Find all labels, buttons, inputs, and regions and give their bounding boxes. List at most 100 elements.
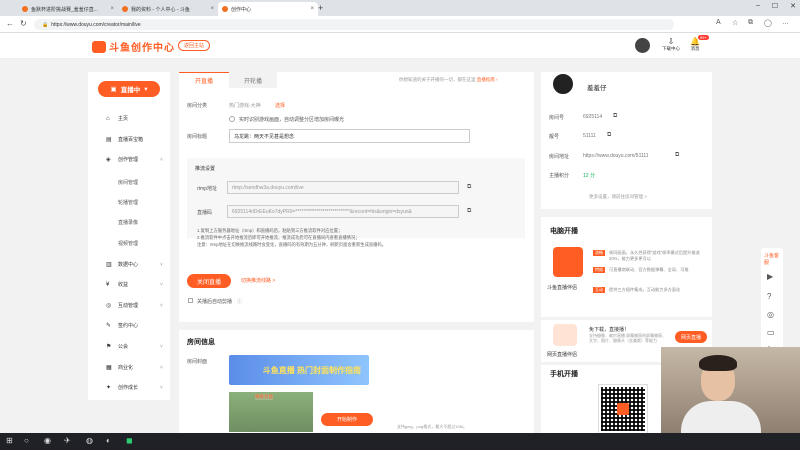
pc-live-title: 电脑开播: [550, 228, 578, 235]
tab-title: 我的资料 - 个人中心 - 斗鱼: [131, 6, 190, 13]
copy-icon[interactable]: ⧉: [467, 184, 471, 191]
sidebar-item-growth[interactable]: ✦ 创作成长 ˅: [106, 384, 163, 392]
close-icon[interactable]: ×: [110, 6, 114, 12]
live-status-button[interactable]: ▣ 直播中 ▾: [98, 81, 160, 97]
sidebar-item-commerce[interactable]: ▦ 商业化 ˅: [106, 364, 163, 372]
sidebar-subitem-video[interactable]: 视频管理: [118, 240, 138, 247]
search-icon[interactable]: ○: [24, 436, 29, 445]
sidebar-item-interaction[interactable]: ◎ 互动管理 ˅: [106, 302, 163, 310]
copy-icon[interactable]: ⧉: [467, 208, 471, 215]
tab-title: 创作中心: [231, 6, 252, 13]
sidebar-item-data[interactable]: ▥ 数据中心 ˅: [106, 261, 163, 269]
profile-card: 羞羞仔 房间号 6925114 ⧉ 靓号 51111 ⧉ 房间地址 https:…: [541, 72, 712, 209]
category-value: 热门游戏-大神: [229, 103, 261, 109]
chevron-down-icon: ▾: [144, 86, 148, 93]
live-guide-link[interactable]: 直播指南: [477, 77, 495, 82]
streamer-hair: [699, 355, 737, 371]
chevron-down-icon: ˅: [160, 364, 163, 371]
pc-app-label: 斗鱼直播伴侣: [547, 285, 578, 291]
qr-logo-icon: [617, 403, 629, 415]
refresh-icon[interactable]: ↻: [20, 19, 27, 28]
auto-record-checkbox[interactable]: [188, 298, 193, 303]
tab-rotation-live[interactable]: 开轮播: [229, 72, 277, 88]
guild-icon: ⚑: [106, 344, 112, 350]
favorite-icon[interactable]: ☆: [732, 19, 738, 27]
sidebar-item-guild[interactable]: ⚑ 公会 ˅: [106, 343, 163, 351]
edge-icon[interactable]: ◉: [44, 436, 51, 445]
feature-item: 特效 可直播商联动、官方数据弹幕、全局、可推: [593, 267, 705, 273]
tab-open-live[interactable]: 开直播: [179, 72, 229, 88]
web-live-button[interactable]: 网页直播: [675, 331, 707, 343]
maximize-icon[interactable]: ☐: [772, 2, 778, 10]
auto-detect-radio[interactable]: [229, 116, 235, 122]
collections-icon[interactable]: ⧉: [748, 19, 753, 27]
douyu-companion-icon[interactable]: [553, 247, 583, 277]
new-tab-icon[interactable]: +: [318, 3, 323, 13]
back-icon[interactable]: ←: [6, 19, 14, 28]
feature-tag: 特效: [593, 267, 605, 273]
room-info-panel: 房间信息 房间封面 斗鱼直播 热门封面制作指南 横版封面 开始制作 支持jpeg…: [179, 330, 534, 433]
sidebar-item-creation[interactable]: ◈ 创作管理 ˄: [106, 156, 163, 164]
address-bar: ← ↻ 🔒 https://www.douyu.com/creator/main…: [0, 16, 800, 33]
avatar[interactable]: [635, 38, 650, 53]
format-note: 支持jpeg、png格式，最大不超过10M。: [397, 424, 468, 429]
read-aloud-icon[interactable]: A: [716, 19, 721, 26]
browser-tab-active[interactable]: 创作中心 ×: [218, 2, 318, 16]
feature-text: 帧同画面，永久性获得“游戏”帧率模式后提升推流20%，能力更多更可以: [609, 250, 700, 261]
headset-icon[interactable]: ◎: [767, 310, 774, 319]
cover-image[interactable]: 横版封面: [229, 392, 313, 432]
start-making-button[interactable]: 开始制作: [321, 413, 373, 426]
streamer-name: 羞羞仔: [587, 85, 607, 92]
copy-icon[interactable]: ⧉: [607, 132, 611, 139]
app-icon[interactable]: ✈: [64, 436, 71, 445]
room-title-input[interactable]: 乌龙跳：两天不见甚是想念: [229, 129, 470, 143]
close-live-button[interactable]: 关闭直播: [187, 274, 231, 288]
profile-icon[interactable]: ◯: [764, 19, 772, 27]
copy-icon[interactable]: ⧉: [675, 152, 679, 159]
douyu-creator-logo[interactable]: 斗鱼创作中心: [92, 39, 175, 54]
back-to-main-button[interactable]: 返回主站: [178, 40, 211, 51]
sidebar-subitem-room[interactable]: 房间管理: [118, 179, 138, 186]
sidebar-item-income[interactable]: ¥ 收益 ˅: [106, 281, 163, 289]
browser-tab[interactable]: 我的资料 - 个人中心 - 斗鱼 ×: [118, 2, 218, 16]
avatar[interactable]: [551, 72, 575, 96]
growth-icon: ✦: [106, 385, 112, 391]
streamer-body: [681, 401, 761, 433]
help-icon[interactable]: ?: [767, 292, 771, 301]
more-icon[interactable]: …: [782, 19, 789, 26]
sidebar-subitem-rotation[interactable]: 轮播管理: [118, 199, 138, 206]
web-live-title: 免下载，直接播！: [589, 327, 630, 333]
category-select-link[interactable]: 选择: [275, 102, 285, 109]
more-settings-link[interactable]: 更多设置，请前往房间管理 >: [589, 194, 647, 200]
chevron-down-icon: ˅: [160, 384, 163, 391]
webcam-overlay: [661, 347, 800, 433]
switch-line-link[interactable]: 切换推流线路 >: [241, 277, 275, 284]
stream-settings-title: 推流设置: [195, 166, 216, 172]
sidebar-item-contract[interactable]: ✎ 签约中心: [106, 322, 138, 329]
url-field[interactable]: 🔒 https://www.douyu.com/creator/main/liv…: [34, 19, 674, 30]
stream-key-field[interactable]: 6925114rlDrEEuKo7dyPR0=*****************…: [227, 205, 459, 218]
browser-tab[interactable]: 鱼默杯进阶挑战赛_羞羞仔直... ×: [18, 2, 118, 16]
points-value: 12 分: [583, 173, 595, 179]
obs-icon[interactable]: ◍: [86, 436, 93, 445]
sidebar-item-toolbox[interactable]: ▤ 直播百宝箱: [106, 136, 143, 143]
question-icon[interactable]: ⓘ: [237, 298, 242, 305]
sidebar-subitem-recording[interactable]: 直播录像: [118, 219, 138, 226]
logo-icon: [92, 40, 106, 53]
close-icon[interactable]: ×: [310, 6, 314, 12]
download-center-button[interactable]: ⇩ 下载中心: [662, 37, 680, 52]
rtmp-field[interactable]: rtmp://sendhw3a.douyu.com/live: [227, 181, 459, 194]
windows-start-icon[interactable]: ⊞: [6, 436, 13, 445]
wechat-icon[interactable]: ◼: [126, 436, 133, 445]
message-icon[interactable]: ▭: [767, 328, 775, 337]
video-icon[interactable]: ▶: [767, 272, 773, 281]
cover-guide-banner[interactable]: 斗鱼直播 热门封面制作指南: [229, 355, 369, 385]
copy-icon[interactable]: ⧉: [613, 113, 617, 120]
customer-service-button[interactable]: 斗鱼客服: [764, 252, 783, 266]
minimize-icon[interactable]: –: [756, 2, 760, 10]
close-icon[interactable]: ×: [210, 6, 214, 12]
sidebar: ▣ 直播中 ▾ ⌂ 主页 ▤ 直播百宝箱 ◈ 创作管理 ˄ 房间管理 轮播管理 …: [88, 72, 170, 400]
app-icon[interactable]: ◐: [106, 436, 111, 445]
sidebar-item-home[interactable]: ⌂ 主页: [106, 115, 128, 123]
close-window-icon[interactable]: ✕: [790, 2, 796, 10]
